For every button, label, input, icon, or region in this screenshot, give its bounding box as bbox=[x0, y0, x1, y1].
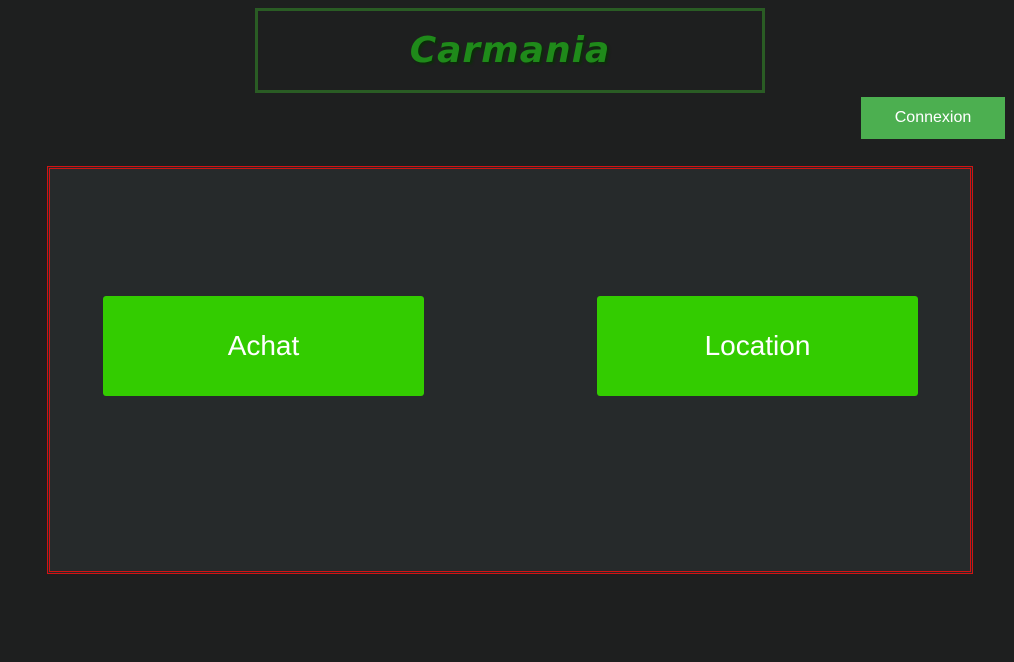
choice-panel: Achat Location bbox=[47, 166, 973, 574]
title-banner: Carmania bbox=[255, 8, 765, 93]
page: Carmania Connexion Achat Location bbox=[0, 0, 1014, 662]
login-button[interactable]: Connexion bbox=[861, 97, 1005, 139]
site-title: Carmania bbox=[409, 30, 611, 71]
location-button[interactable]: Location bbox=[597, 296, 918, 396]
achat-button[interactable]: Achat bbox=[103, 296, 424, 396]
